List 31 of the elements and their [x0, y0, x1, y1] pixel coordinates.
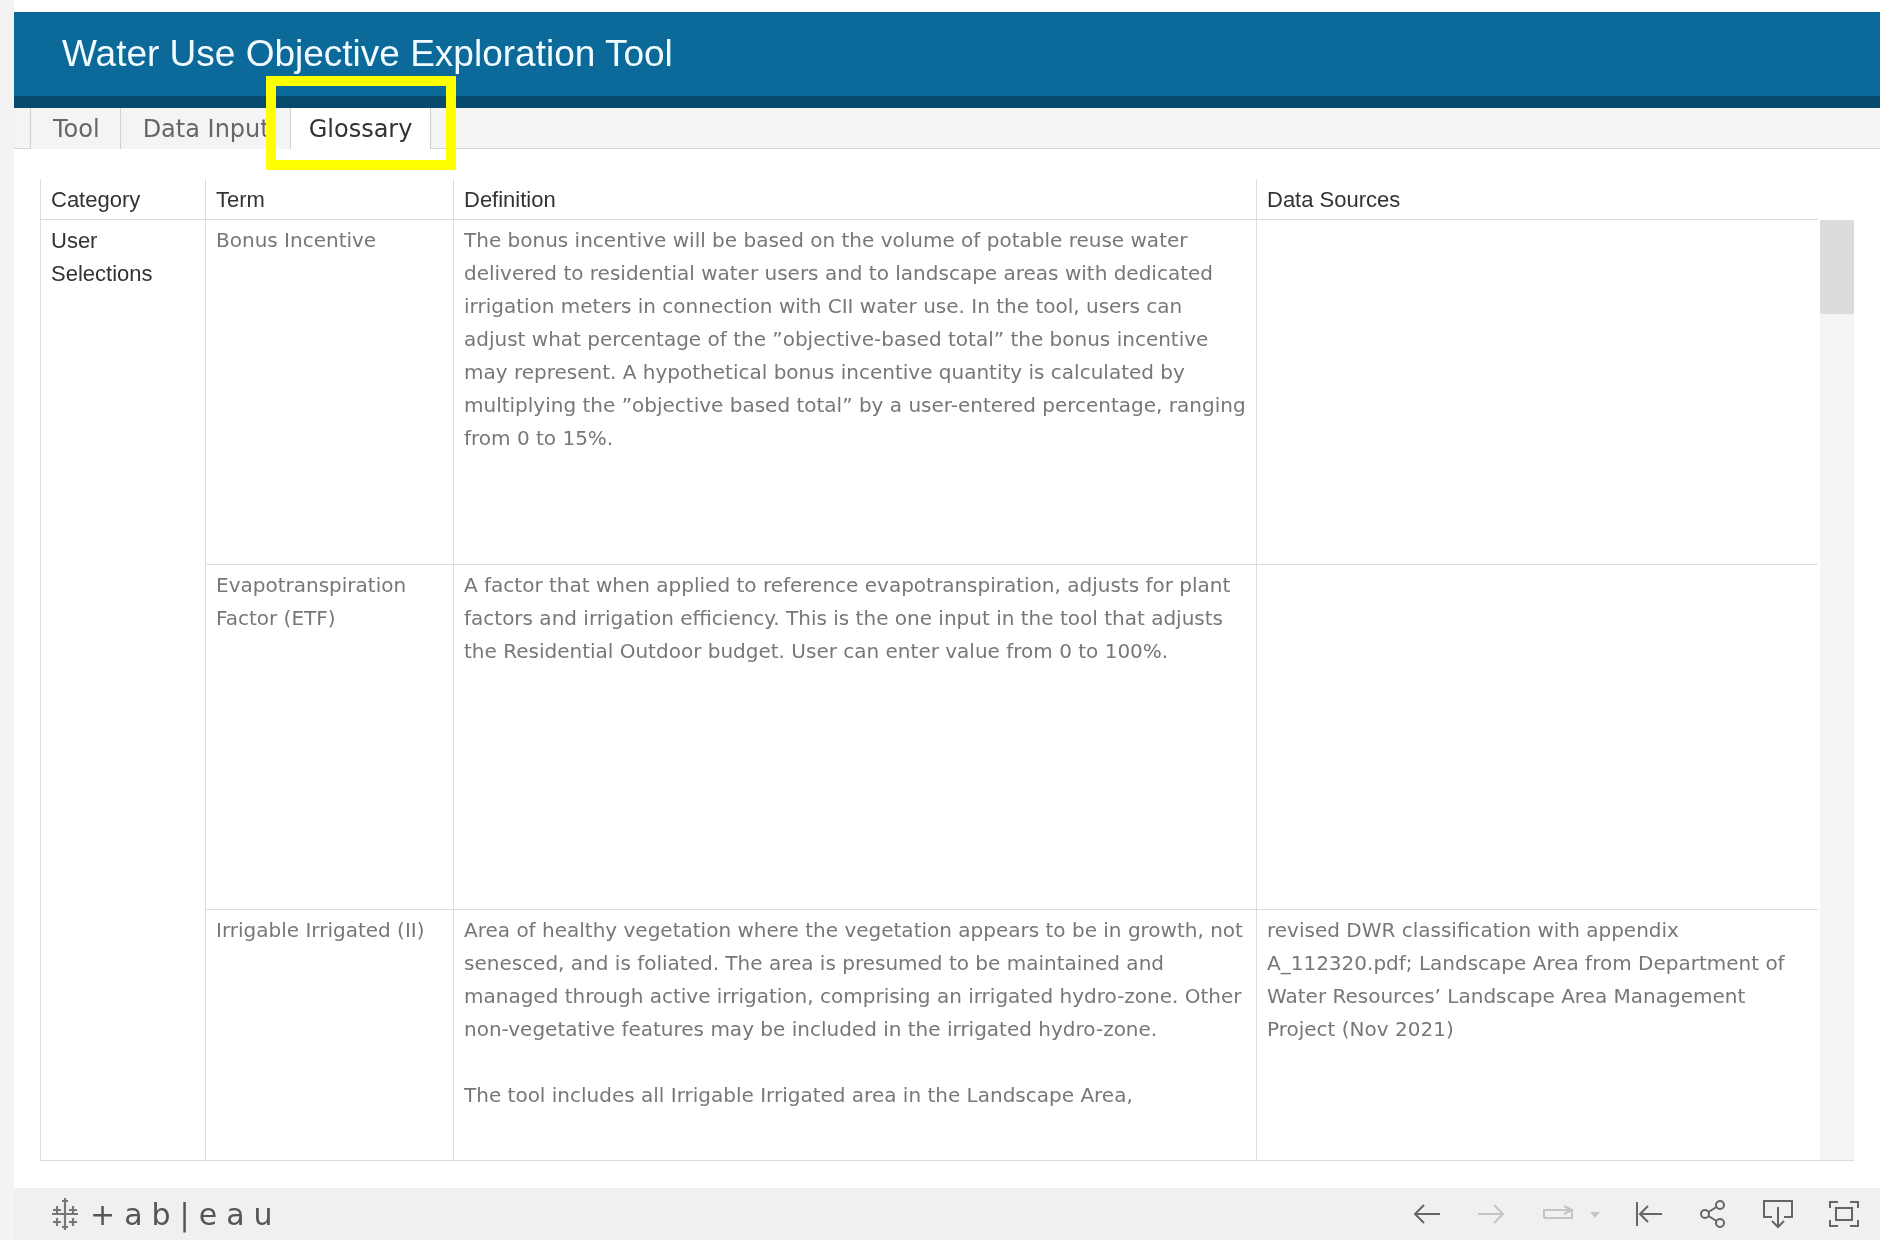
scrollbar[interactable] [1820, 220, 1854, 1160]
term-cell-text: Irrigable Irrigated (II) [216, 917, 426, 944]
tab[interactable]: Data Input [119, 108, 290, 149]
definition-text: The bonus incentive will be based on the volume of potable reuse water delivered to residential water users and to landscape areas with dedicated irrigation meters in connection with CII water use. In the tool, users can adjust what percentage of the ”objective-based total” the bonus incentive may represent. A hypothetical bonus incentive quantity is calculated by multiplying the ”objective based total” by a user-entered percentage, ranging from 0 to 15%. [464, 227, 1246, 452]
first-arrow-icon [1634, 1200, 1664, 1228]
column-header: Data Sources [1256, 179, 1818, 219]
data-source-text: revised DWR classification with appendix A_112320.pdf; Landscape Area from Department of Water Resources’ Landscape Area Management Project (Nov 2021) [1267, 917, 1786, 1043]
fullscreen-icon [1828, 1200, 1860, 1228]
definition-text: Area of healthy vegetation where the vegetation appears to be in growth, not senesced, and is foliated. The area is presumed to be maintained and managed through active irrigation, comprising an irrigated hydro-zone. Other non-vegetative features may be included in the irrigated hydro-zone. [464, 917, 1244, 1043]
category-cell-text: User Selections [51, 227, 154, 288]
dashboard-title: Water Use Objective Exploration Tool [62, 33, 673, 75]
scrollbar-thumb[interactable] [1820, 220, 1854, 314]
term-cell-text: Evapotranspiration Factor (ETF) [216, 572, 408, 632]
column-header: Term [205, 179, 453, 219]
tab[interactable]: Tool [30, 108, 120, 149]
tableau-logo-text[interactable]: +ab|eau [90, 1196, 282, 1232]
left-arrow-icon [1412, 1202, 1442, 1226]
right-arrow-icon [1476, 1202, 1506, 1226]
term-cell-text: Bonus Incentive [216, 227, 378, 254]
column-header: Definition [453, 179, 1256, 219]
download-button[interactable] [1762, 1199, 1794, 1229]
start-button[interactable] [1634, 1200, 1664, 1228]
tab[interactable]: Glossary [289, 108, 432, 149]
column-header: Category [40, 179, 205, 219]
definition-text: A factor that when applied to reference evapotranspiration, adjusts for plant factors and irrigation efficiency. This is the one input in the tool that adjusts the Residential Outdoor budget. User can enter value from 0 to 100%. [464, 572, 1232, 665]
definition-text: The tool includes all Irrigable Irrigated area in the Landscape Area, [464, 1082, 1134, 1109]
download-icon [1762, 1199, 1794, 1229]
undo-button[interactable] [1412, 1202, 1442, 1226]
share-button[interactable] [1698, 1199, 1728, 1229]
share-icon [1698, 1199, 1728, 1229]
fullscreen-button[interactable] [1828, 1200, 1860, 1228]
